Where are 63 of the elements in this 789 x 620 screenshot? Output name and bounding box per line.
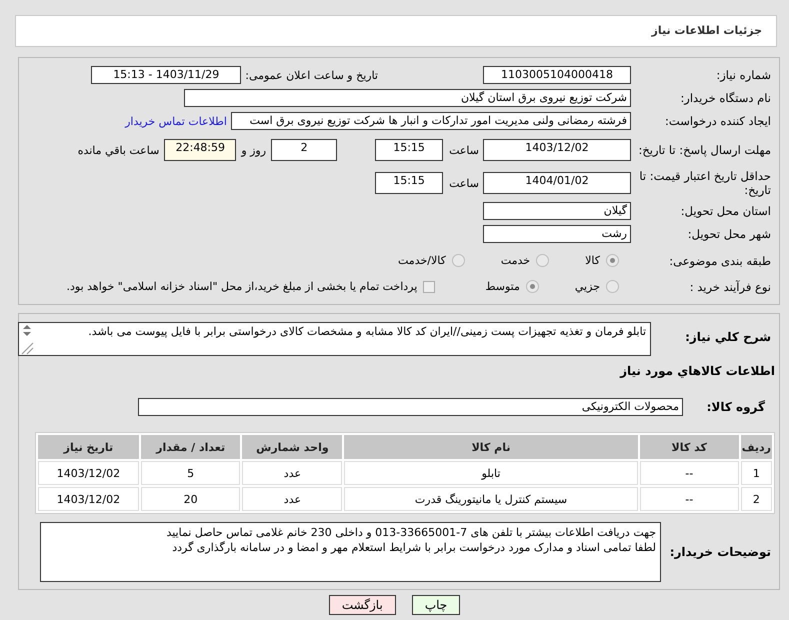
print-button[interactable]: چاپ	[412, 595, 460, 615]
contact-link[interactable]: اطلاعات تماس خریدار	[125, 114, 227, 128]
checkbox[interactable]	[423, 280, 436, 292]
text-field[interactable]: 1103005104000418	[483, 66, 631, 84]
field-label: شهر محل تحویل:	[686, 227, 772, 241]
radio-label: جزيي	[574, 280, 600, 293]
field-label: ساعت	[449, 176, 479, 190]
field-label: شماره نیاز:	[715, 68, 772, 82]
radio-label: کالا/خدمت	[398, 254, 446, 267]
table-cell: 1	[740, 461, 772, 485]
column-header: نام کالا	[344, 435, 638, 459]
radio-label: خدمت	[500, 254, 530, 267]
table-cell: 1403/12/02	[38, 487, 139, 511]
back-button[interactable]: بازگشت	[328, 595, 396, 615]
text-field[interactable]: 1403/11/29 - 15:13	[91, 66, 242, 84]
field-label: توضیحات خریدار:	[668, 545, 772, 559]
section-title: اطلاعات کالاهاي مورد نیاز	[620, 364, 776, 378]
days-field[interactable]: 2	[271, 139, 338, 161]
radio-label: متوسط	[485, 280, 520, 293]
field-label: مهلت ارسال پاسخ: تا تاریخ:	[637, 143, 772, 157]
field-label: ایجاد کننده درخواست:	[664, 114, 772, 128]
date-field[interactable]: 1403/12/02	[483, 139, 631, 161]
table-cell: عدد	[242, 487, 342, 511]
field-label: ساعت	[449, 144, 479, 156]
table-cell: 2	[740, 487, 772, 511]
time-field[interactable]: 15:15	[375, 139, 444, 161]
table-cell: 5	[140, 461, 240, 485]
field-label: طبقه بندی موضوعی:	[668, 254, 772, 268]
table-cell: تابلو	[344, 461, 638, 485]
radio-label: کالا	[585, 254, 600, 267]
payment-note: پرداخت تمام یا بخشی از مبلغ خرید،از محل "اسناد خزانه اسلامی" خواهد بود.	[66, 280, 418, 293]
date-field[interactable]: 1404/01/02	[483, 172, 631, 194]
table-cell: --	[640, 461, 739, 485]
table-cell: سیستم کنترل یا مانیتورینگ قدرت	[344, 487, 638, 511]
table-cell: --	[640, 487, 739, 511]
time-field[interactable]: 15:15	[375, 172, 444, 194]
field-label: نام دستگاه خریدار:	[679, 91, 772, 105]
field-label: شرح کلي نیاز:	[684, 329, 772, 344]
countdown-field: 22:48:59	[164, 139, 236, 161]
table-cell: 1403/12/02	[38, 461, 139, 485]
notes-box[interactable]: جهت دریافت اطلاعات بیشتر با تلفن های 7-33665001-013 و داخلی 230 خانم غلامی تماس حاصل نمایید لطفا تمامی اسناد و مدارک مورد درخواست برابر با شرایط استعلام مهر و امضا و در سامانه بارگذاری گردد	[40, 522, 661, 582]
description-box[interactable]: تابلو فرمان و تغذیه تجهیزات پست زمینی//ایران کد کالا مشابه و مشخصات کالای درخواستی برابر با فایل پیوست می باشد.	[18, 322, 651, 356]
field-label: حداقل تاریخ اعتبار قیمت: تا تاریخ:	[638, 169, 772, 197]
column-header: واحد شمارش	[242, 435, 342, 459]
table-cell: عدد	[242, 461, 342, 485]
text-field[interactable]: گیلان	[483, 202, 631, 220]
text-field[interactable]: رشت	[483, 225, 631, 243]
column-header: کد کالا	[640, 435, 739, 459]
text-field[interactable]: محصولات الکترونیکی	[138, 398, 683, 416]
field-label: روز و	[241, 144, 266, 156]
field-label: گروه کالا:	[706, 400, 766, 414]
text-field[interactable]: شرکت توزیع نیروی برق استان گیلان	[184, 89, 631, 107]
field-label: نوع فرآیند خرید :	[688, 280, 772, 294]
table-cell: 20	[140, 487, 240, 511]
column-header: تعداد / مقدار	[140, 435, 240, 459]
scroll-arrows-icon[interactable]	[19, 323, 35, 355]
text-field[interactable]: فرشته رمضانی ولنی مدیریت امور تدارکات و انبار ها شرکت توزیع نیروی برق است	[231, 112, 631, 130]
column-header: تاریخ نیاز	[38, 435, 139, 459]
field-label: استان محل تحویل:	[680, 204, 772, 218]
field-label: تاریخ و ساعت اعلان عمومی:	[245, 68, 378, 82]
field-label: ساعت باقي مانده	[78, 144, 160, 156]
column-header: ردیف	[740, 435, 772, 459]
page-title: جزئیات اطلاعات نیاز	[652, 24, 762, 37]
